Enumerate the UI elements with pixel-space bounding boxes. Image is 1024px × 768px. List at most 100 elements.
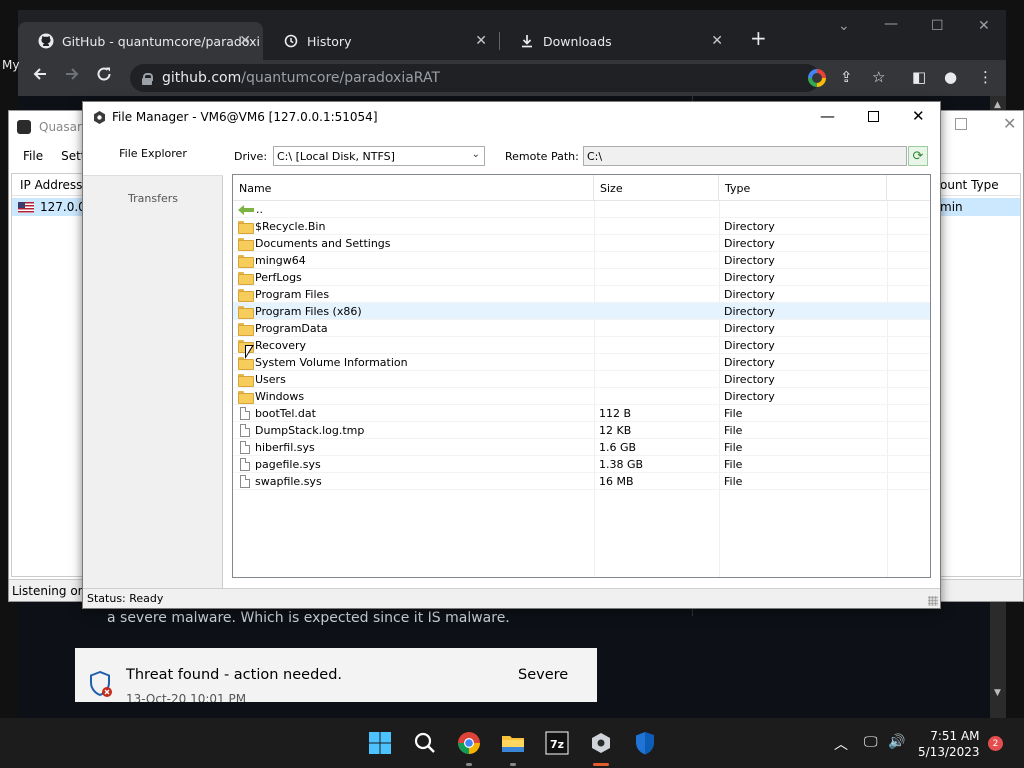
drive-value: C:\ [Local Disk, NTFS] <box>277 149 395 163</box>
item-name: hiberfil.sys <box>255 441 315 454</box>
file-row[interactable]: pagefile.sys 1.38 GB File <box>233 456 930 473</box>
folder-row[interactable]: Recovery Directory <box>233 337 930 354</box>
tab-github[interactable]: GitHub - quantumcore/paradoxi ✕ <box>18 22 263 60</box>
chrome-icon[interactable] <box>457 731 481 755</box>
remote-path-value: C:\ <box>587 149 603 163</box>
type-cell: Directory <box>724 339 775 352</box>
folder-row[interactable]: Windows Directory <box>233 388 930 405</box>
reload-icon[interactable] <box>96 66 112 87</box>
quasar-app-icon <box>17 120 31 134</box>
folder-icon <box>238 323 254 336</box>
file-row[interactable]: bootTel.dat 112 B File <box>233 405 930 422</box>
type-cell: Directory <box>724 254 775 267</box>
column-account-type[interactable]: ount Type <box>940 178 999 192</box>
folder-row[interactable]: PerfLogs Directory <box>233 269 930 286</box>
address-bar[interactable]: github.com/quantumcore/paradoxiaRAT <box>130 64 820 92</box>
side-panel-icon[interactable]: ◧ <box>912 68 926 86</box>
github-icon <box>38 33 54 49</box>
close-icon[interactable]: ✕ <box>1003 114 1016 133</box>
profile-icon[interactable]: ● <box>944 68 957 86</box>
file-explorer-icon[interactable] <box>501 731 525 755</box>
column-ip-address[interactable]: IP Address <box>20 178 82 192</box>
defender-shield-icon[interactable] <box>633 731 657 755</box>
item-name: Program Files (x86) <box>255 305 362 318</box>
file-row[interactable]: swapfile.sys 16 MB File <box>233 473 930 490</box>
tab-history[interactable]: History ✕ <box>263 22 499 60</box>
type-cell: File <box>724 458 743 471</box>
threat-notification[interactable]: Threat found - action needed. Severe 13-… <box>75 648 597 702</box>
threat-severity: Severe <box>518 667 569 683</box>
type-cell: Directory <box>724 271 775 284</box>
close-window-icon[interactable]: ✕ <box>978 18 990 34</box>
folder-row[interactable]: Users Directory <box>233 371 930 388</box>
folder-row[interactable]: ProgramData Directory <box>233 320 930 337</box>
maximize-icon[interactable] <box>955 118 967 130</box>
tab-search-icon[interactable]: ⌄ <box>838 18 850 34</box>
folder-icon <box>238 289 254 302</box>
folder-row[interactable]: $Recycle.Bin Directory <box>233 218 930 235</box>
menu-dots-icon[interactable]: ⋮ <box>978 68 993 86</box>
forward-arrow-icon[interactable] <box>64 66 80 87</box>
resize-grip-icon[interactable] <box>928 596 938 606</box>
windows-start-icon[interactable] <box>368 731 392 755</box>
close-icon[interactable]: ✕ <box>239 33 251 49</box>
folder-row[interactable]: Documents and Settings Directory <box>233 235 930 252</box>
7zip-icon[interactable]: 7z <box>545 731 569 755</box>
folder-row[interactable]: mingw64 Directory <box>233 252 930 269</box>
quasar-indicator <box>593 763 609 766</box>
scroll-down-icon[interactable]: ▼ <box>994 688 1001 698</box>
name-cell: ProgramData <box>238 320 328 337</box>
quasar-taskbar-icon[interactable] <box>589 731 613 755</box>
shield-warning-icon <box>89 670 112 697</box>
minimize-icon[interactable]: — <box>884 16 898 32</box>
system-clock[interactable]: 7:51 AM 5/13/2023 <box>918 728 980 760</box>
size-cell: 112 B <box>599 407 632 420</box>
file-row[interactable]: hiberfil.sys 1.6 GB File <box>233 439 930 456</box>
remote-path-field[interactable]: C:\ <box>583 146 907 166</box>
volume-icon[interactable]: 🔊 <box>888 734 905 750</box>
item-name: swapfile.sys <box>255 475 322 488</box>
close-icon[interactable]: ✕ <box>475 33 487 49</box>
close-icon[interactable]: ✕ <box>912 107 925 125</box>
drive-select[interactable]: C:\ [Local Disk, NTFS] ⌄ <box>273 146 485 166</box>
tab-transfers[interactable]: Transfers <box>83 176 223 220</box>
scroll-up-icon[interactable]: ▲ <box>994 100 1001 110</box>
name-cell: swapfile.sys <box>238 473 322 490</box>
notification-badge[interactable]: 2 <box>988 736 1003 751</box>
clock-date: 5/13/2023 <box>918 745 980 759</box>
new-tab-icon[interactable]: + <box>750 26 767 50</box>
maximize-icon[interactable] <box>868 111 879 122</box>
refresh-button[interactable]: ⟳ <box>908 146 928 166</box>
share-icon[interactable]: ⇪ <box>840 68 853 86</box>
folder-icon <box>238 391 254 404</box>
lock-icon[interactable] <box>142 72 153 85</box>
tab-downloads[interactable]: Downloads ✕ <box>499 22 735 60</box>
search-icon[interactable] <box>413 731 437 755</box>
star-icon[interactable]: ☆ <box>872 68 885 86</box>
google-icon[interactable] <box>808 69 826 87</box>
name-cell: pagefile.sys <box>238 456 321 473</box>
file-manager-sidebar: File Explorer Transfers <box>83 132 223 588</box>
file-row[interactable]: DumpStack.log.tmp 12 KB File <box>233 422 930 439</box>
column-type[interactable]: Type <box>719 175 887 201</box>
minimize-icon[interactable]: — <box>820 107 835 125</box>
parent-dir-row[interactable]: .. <box>233 201 930 218</box>
tab-label: History <box>307 33 352 49</box>
back-arrow-icon[interactable] <box>32 66 48 87</box>
item-name: .. <box>256 203 263 216</box>
folder-row[interactable]: Program Files Directory <box>233 286 930 303</box>
network-icon[interactable]: 🖵 <box>864 734 878 750</box>
menu-file[interactable]: File <box>23 149 43 163</box>
maximize-icon[interactable]: ☐ <box>931 18 944 34</box>
chevron-down-icon[interactable]: ⌄ <box>472 149 480 160</box>
column-name[interactable]: Name <box>233 175 594 201</box>
name-cell: System Volume Information <box>238 354 408 371</box>
folder-row[interactable]: System Volume Information Directory <box>233 354 930 371</box>
column-size[interactable]: Size <box>594 175 719 201</box>
folder-row[interactable]: Program Files (x86) Directory <box>233 303 930 320</box>
close-icon[interactable]: ✕ <box>711 33 723 49</box>
name-cell: Documents and Settings <box>238 235 391 252</box>
name-cell: hiberfil.sys <box>238 439 315 456</box>
tab-file-explorer[interactable]: File Explorer <box>83 132 223 176</box>
chevron-up-icon[interactable]: ︿ <box>834 734 848 754</box>
